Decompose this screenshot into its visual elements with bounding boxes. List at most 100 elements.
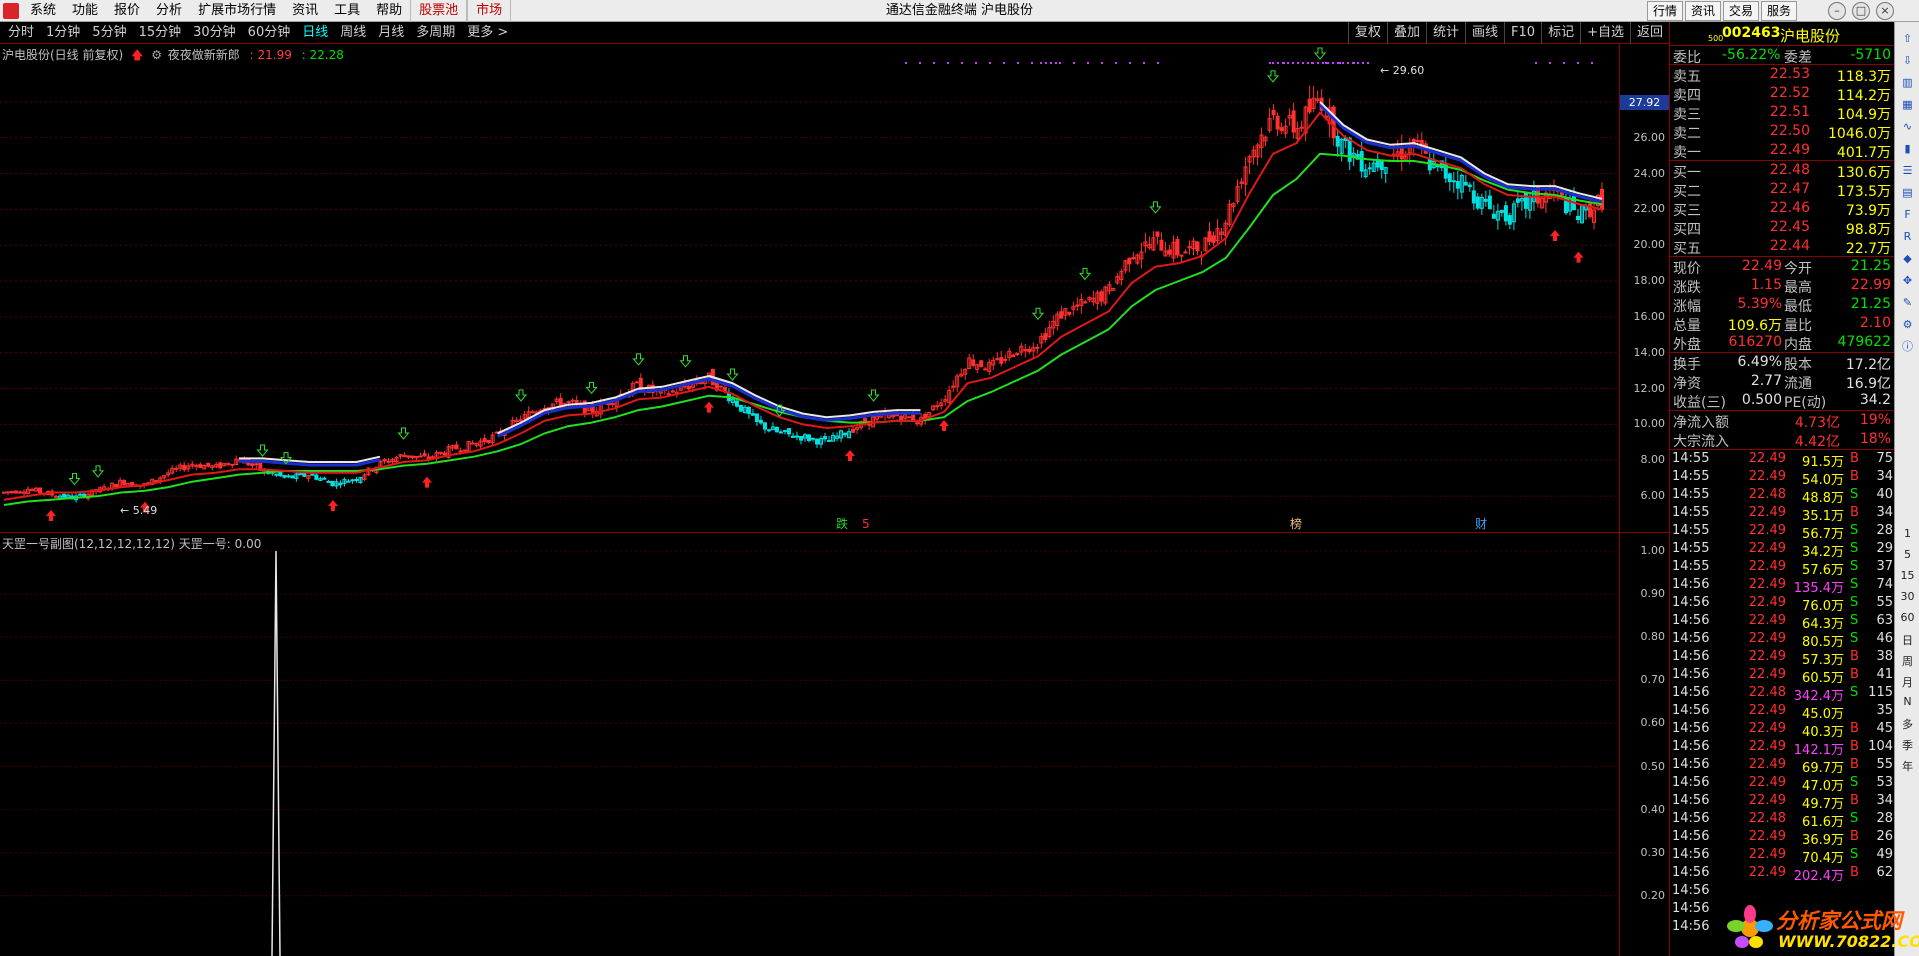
tick-price: 22.49 [1748,541,1786,556]
menu-item-stock-pool[interactable]: 股票池 [410,0,468,22]
bar-chart-icon[interactable]: ▥ [1899,74,1916,91]
down-arrow-icon[interactable]: ⇩ [1899,52,1916,69]
period-tab-weekly[interactable]: 周线 [334,22,372,44]
main-chart-legend: 沪电股份(日线 前复权) 🡅 ⚙ 夜夜做新新郎 : 21.99 : 22.28 [2,46,344,67]
tick-direction: B [1850,829,1859,844]
sidebar-period-button[interactable]: 日 [1895,632,1919,648]
flow-pct: 18% [1859,431,1891,447]
fundamental-label: PE(动) [1784,395,1827,411]
candle [955,373,960,393]
menu-item-function[interactable]: 功能 [64,0,106,22]
sell-level-row[interactable]: 卖三 22.51 104.9万 [1670,103,1894,123]
menu-item-system[interactable]: 系统 [22,0,64,22]
tab-trade[interactable]: 交易 [1722,1,1759,21]
sidebar-period-button[interactable]: N [1895,695,1919,708]
period-tab-monthly[interactable]: 月线 [372,22,410,44]
sell-level-row[interactable]: 卖四 22.52 114.2万 [1670,84,1894,104]
rss-icon[interactable]: R [1899,228,1916,245]
tool-add-watchlist-button[interactable]: +自选 [1580,22,1630,44]
candle [174,465,179,472]
expand-icon[interactable]: ✥ [1899,272,1916,289]
low-annotation: ← 5.49 [120,504,157,517]
shield-icon[interactable]: ◆ [1899,250,1916,267]
sell-level-row[interactable]: 卖一 22.49 401.7万 [1670,141,1894,161]
tool-mark-button[interactable]: 标记 [1541,22,1580,44]
sidebar-period-button[interactable]: 5 [1895,548,1919,561]
tab-news[interactable]: 资讯 [1684,1,1721,21]
pencil-icon[interactable]: ✎ [1899,294,1916,311]
close-icon[interactable]: × [1876,2,1894,20]
sidebar-period-button[interactable]: 15 [1895,569,1919,582]
sidebar-period-button[interactable]: 年 [1895,758,1919,774]
sub-indicator-chart[interactable]: 天罡一号副图(12,12,12,12,12) 天罡一号: 0.00 [0,533,1619,956]
candle [182,461,187,472]
buy-arrow-icon [422,476,432,488]
candle [1575,208,1580,224]
period-tab-multi[interactable]: 多周期 [410,22,461,44]
tab-service[interactable]: 服务 [1760,1,1797,21]
menu-item-news[interactable]: 资讯 [284,0,326,22]
sidebar-period-button[interactable]: 周 [1895,653,1919,669]
info-icon[interactable]: ⓘ [1899,338,1916,355]
menu-item-extended-market[interactable]: 扩展市场行情 [190,0,284,22]
settings-icon[interactable]: ⚙ [1899,316,1916,333]
sell-level-row[interactable]: 卖五 22.53 118.3万 [1670,65,1894,85]
sidebar-period-button[interactable]: 1 [1895,527,1919,540]
menu-item-analysis[interactable]: 分析 [148,0,190,22]
sidebar-period-button[interactable]: 30 [1895,590,1919,603]
buy-level-row[interactable]: 买一 22.48 130.6万 [1670,161,1894,181]
main-kline-chart[interactable]: 沪电股份(日线 前复权) 🡅 ⚙ 夜夜做新新郎 : 21.99 : 22.28 … [0,44,1619,532]
tool-back-button[interactable]: 返回 [1629,22,1669,44]
period-tab-1min[interactable]: 1分钟 [40,22,86,44]
menu-item-quote[interactable]: 报价 [106,0,148,22]
candle-icon[interactable]: ▮ [1899,140,1916,157]
menu-item-market[interactable]: 市场 [467,0,512,22]
table-icon[interactable]: ▤ [1899,184,1916,201]
period-tab-30min[interactable]: 30分钟 [187,22,242,44]
f10-icon[interactable]: F [1899,206,1916,223]
maximize-icon[interactable]: □ [1852,2,1870,20]
candle [34,486,39,492]
tab-quotes[interactable]: 行情 [1646,1,1683,21]
candle [1451,171,1456,193]
tool-adjust-button[interactable]: 复权 [1347,22,1387,44]
sell-level-row[interactable]: 卖二 22.50 1046.0万 [1670,122,1894,142]
menu-item-tools[interactable]: 工具 [326,0,368,22]
buy-level-row[interactable]: 买二 22.47 173.5万 [1670,180,1894,200]
buy-level-row[interactable]: 买三 22.46 73.9万 [1670,199,1894,219]
tool-draw-button[interactable]: 画线 [1465,22,1504,44]
tool-f10-button[interactable]: F10 [1504,22,1541,44]
period-tab-15min[interactable]: 15分钟 [133,22,188,44]
tool-overlay-button[interactable]: 叠加 [1386,22,1426,44]
tool-stats-button[interactable]: 统计 [1426,22,1465,44]
price-tick-label: 10.00 [1633,417,1666,431]
candle [1299,120,1304,132]
sidebar-period-button[interactable]: 月 [1895,674,1919,690]
stats-label: 今开 [1784,261,1812,277]
up-arrow-icon[interactable]: ⇧ [1899,30,1916,47]
indicator-settings-icon[interactable]: ⚙ [151,48,162,62]
candle [54,494,59,498]
period-tab-more[interactable]: 更多 > [461,22,514,44]
period-tab-daily[interactable]: 日线 [296,22,334,44]
tick-list[interactable]: 14:55 22.49 91.5万 B 75 14:55 22.49 54.0万 B 34 14:5… [1670,450,1895,936]
grid-icon[interactable]: ▦ [1899,96,1916,113]
candle [839,429,844,443]
candle [1491,204,1496,219]
line-chart-icon[interactable]: ∿ [1899,118,1916,135]
period-tab-intraday[interactable]: 分时 [2,22,40,44]
list-icon[interactable]: ☰ [1899,162,1916,179]
sidebar-period-button[interactable]: 60 [1895,611,1919,624]
menu-item-help[interactable]: 帮助 [368,0,410,22]
candle [1211,231,1216,246]
buy-level-row[interactable]: 买五 22.44 22.7万 [1670,237,1894,257]
minimize-icon[interactable]: – [1828,2,1846,20]
fundamental-value: 6.49% [1737,354,1782,370]
sidebar-period-button[interactable]: 季 [1895,737,1919,753]
period-tab-5min[interactable]: 5分钟 [86,22,132,44]
candle [1507,212,1512,230]
indicator-spike-line [271,550,281,956]
period-tab-60min[interactable]: 60分钟 [242,22,297,44]
buy-level-row[interactable]: 买四 22.45 98.8万 [1670,218,1894,238]
sidebar-period-button[interactable]: 多 [1895,716,1919,732]
